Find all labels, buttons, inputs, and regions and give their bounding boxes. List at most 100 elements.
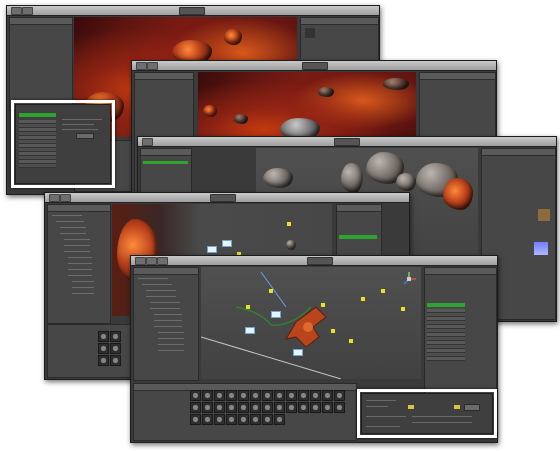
list-row[interactable] — [19, 164, 56, 168]
tree-item[interactable] — [60, 227, 86, 228]
asset-thumbnail[interactable] — [190, 402, 201, 413]
tree-item[interactable] — [158, 344, 184, 345]
tree-item[interactable] — [72, 293, 94, 294]
move-tool-icon[interactable] — [142, 138, 153, 146]
asset-thumbnail[interactable] — [250, 414, 261, 425]
asset-thumbnail[interactable] — [262, 390, 273, 401]
asset-thumbnail[interactable] — [190, 390, 201, 401]
tree-item[interactable] — [158, 350, 184, 351]
move-tool-icon[interactable] — [136, 62, 147, 70]
waypoint-marker — [287, 222, 291, 226]
tree-item[interactable] — [64, 251, 90, 252]
asset-thumbnail[interactable] — [110, 331, 121, 342]
tree-item[interactable] — [150, 308, 180, 309]
asset-thumbnail[interactable] — [322, 390, 333, 401]
asset-thumbnail[interactable] — [98, 343, 109, 354]
tree-item[interactable] — [64, 245, 90, 246]
move-tool-icon[interactable] — [49, 194, 60, 202]
tree-item[interactable] — [68, 257, 92, 258]
tree-item[interactable] — [56, 221, 84, 222]
move-tool-icon[interactable] — [11, 7, 22, 15]
play-controls[interactable] — [307, 257, 333, 265]
scale-tool-icon[interactable] — [157, 257, 168, 265]
tree-item[interactable] — [158, 332, 184, 333]
asset-thumbnail[interactable] — [238, 414, 249, 425]
tree-item[interactable] — [158, 338, 184, 339]
asset-thumbnail[interactable] — [226, 390, 237, 401]
asset-thumbnail[interactable] — [202, 402, 213, 413]
asset-thumbnail[interactable] — [298, 390, 309, 401]
asset-thumbnail[interactable] — [226, 414, 237, 425]
rotate-tool-icon[interactable] — [22, 7, 33, 15]
asset-thumbnail[interactable] — [274, 390, 285, 401]
play-controls[interactable] — [302, 62, 328, 70]
tree-item[interactable] — [154, 314, 182, 315]
asset-thumbnail[interactable] — [286, 402, 297, 413]
asset-thumbnail[interactable] — [238, 390, 249, 401]
asset-thumbnail[interactable] — [250, 402, 261, 413]
selected-row[interactable] — [427, 303, 465, 307]
asset-thumbnail[interactable] — [262, 402, 273, 413]
axis-gizmo-icon[interactable] — [401, 271, 417, 287]
rotate-tool-icon[interactable] — [146, 257, 157, 265]
tree-item[interactable] — [64, 239, 90, 240]
asset-thumbnail[interactable] — [250, 390, 261, 401]
color-swatch[interactable] — [534, 242, 548, 255]
selected-row[interactable] — [143, 161, 188, 164]
toggle-yellow[interactable] — [454, 405, 460, 409]
tree-item[interactable] — [72, 281, 94, 282]
play-controls[interactable] — [210, 194, 236, 202]
tree-item[interactable] — [154, 326, 182, 327]
asset-thumbnail[interactable] — [98, 355, 109, 366]
move-tool-icon[interactable] — [135, 257, 146, 265]
dialog-button[interactable] — [464, 404, 480, 411]
tree-item[interactable] — [68, 275, 92, 276]
tree-item[interactable] — [150, 302, 180, 303]
waypoint-marker — [331, 329, 335, 333]
list-row[interactable] — [427, 357, 465, 361]
asset-thumbnail[interactable] — [202, 414, 213, 425]
asset-thumbnail[interactable] — [286, 390, 297, 401]
asset-thumbnail[interactable] — [334, 402, 345, 413]
selected-row[interactable] — [19, 113, 56, 117]
play-controls[interactable] — [179, 7, 205, 15]
tree-item[interactable] — [60, 233, 86, 234]
tree-item[interactable] — [72, 287, 94, 288]
asset-thumbnail[interactable] — [202, 390, 213, 401]
scene-view[interactable] — [201, 267, 421, 379]
tree-item[interactable] — [52, 215, 82, 216]
toggle-yellow[interactable] — [408, 405, 414, 409]
asset-thumbnail[interactable] — [298, 402, 309, 413]
asset-thumbnail[interactable] — [310, 390, 321, 401]
asset-thumbnail[interactable] — [110, 355, 121, 366]
asset-thumbnail[interactable] — [334, 390, 345, 401]
asset-thumbnail[interactable] — [110, 343, 121, 354]
tree-item[interactable] — [68, 269, 92, 270]
asset-thumbnail[interactable] — [262, 414, 273, 425]
field-line — [366, 416, 406, 417]
asset-thumbnail[interactable] — [310, 402, 321, 413]
asset-thumbnail[interactable] — [98, 331, 109, 342]
asset-thumbnail[interactable] — [274, 414, 285, 425]
asset-thumbnail[interactable] — [214, 390, 225, 401]
field-line — [366, 400, 396, 401]
scale-tool-icon[interactable] — [147, 62, 158, 70]
asset-thumbnail[interactable] — [226, 402, 237, 413]
tree-item[interactable] — [146, 290, 176, 291]
selected-row[interactable] — [339, 235, 377, 239]
asset-thumbnail[interactable] — [274, 402, 285, 413]
tree-item[interactable] — [138, 278, 168, 279]
play-controls[interactable] — [334, 138, 360, 146]
tree-item[interactable] — [68, 263, 92, 264]
asteroid — [286, 240, 296, 250]
tree-item[interactable] — [154, 320, 182, 321]
asset-thumbnail[interactable] — [238, 402, 249, 413]
rotate-tool-icon[interactable] — [60, 194, 71, 202]
tree-item[interactable] — [146, 296, 176, 297]
asset-thumbnail[interactable] — [322, 402, 333, 413]
tree-item[interactable] — [142, 284, 172, 285]
dialog-button[interactable] — [76, 133, 94, 139]
asset-thumbnail[interactable] — [214, 402, 225, 413]
asset-thumbnail[interactable] — [190, 414, 201, 425]
asset-thumbnail[interactable] — [214, 414, 225, 425]
